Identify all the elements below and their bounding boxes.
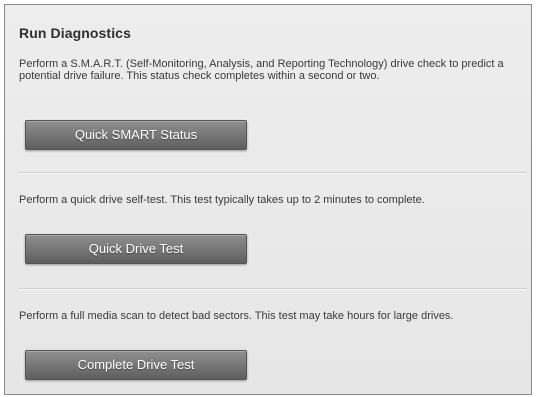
complete-test-description: Perform a full media scan to detect bad … bbox=[19, 310, 454, 322]
run-diagnostics-panel: Run Diagnostics Perform a S.M.A.R.T. (Se… bbox=[4, 4, 532, 395]
complete-drive-test-button[interactable]: Complete Drive Test bbox=[25, 350, 247, 380]
section-divider bbox=[19, 288, 527, 290]
smart-status-description: Perform a S.M.A.R.T. (Self-Monitoring, A… bbox=[19, 58, 504, 82]
quick-drive-test-button[interactable]: Quick Drive Test bbox=[25, 234, 247, 264]
section-title: Run Diagnostics bbox=[19, 25, 131, 41]
quick-smart-status-button[interactable]: Quick SMART Status bbox=[25, 120, 247, 150]
section-divider bbox=[19, 172, 527, 174]
quick-test-description: Perform a quick drive self-test. This te… bbox=[19, 194, 425, 206]
